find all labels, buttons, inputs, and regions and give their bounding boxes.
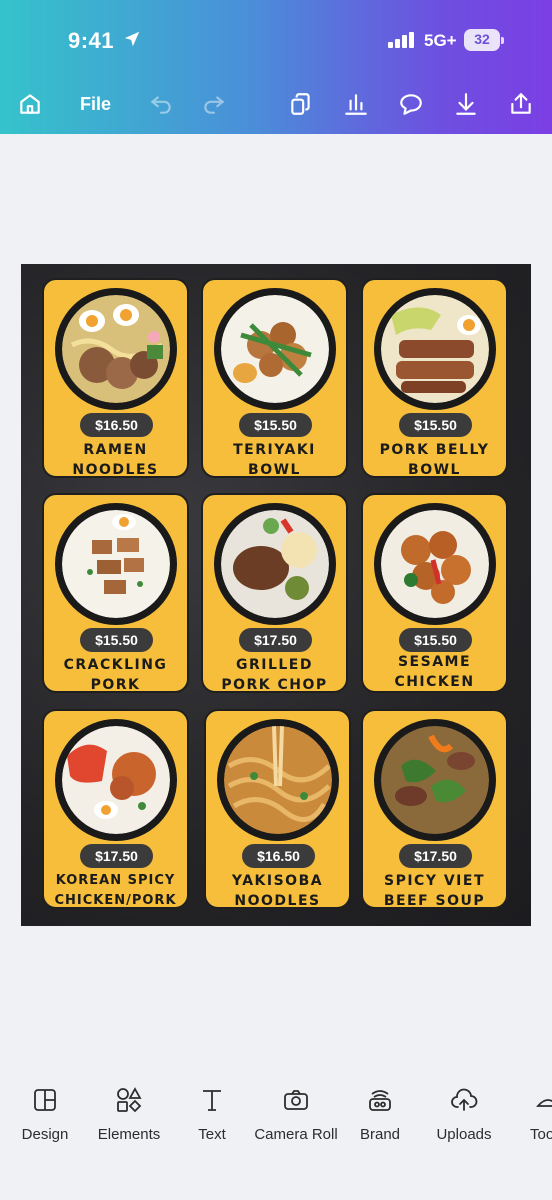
redo-icon [204,96,225,114]
home-icon [20,94,40,114]
pages-button[interactable] [287,90,315,118]
menu-card-ramen[interactable]: $16.50 RAMEN NOODLES [42,278,189,478]
brand-icon [369,1090,391,1111]
menu-card-crackling-pork[interactable]: $15.50 CRACKLING PORK [42,493,189,693]
share-icon [511,93,531,114]
nav-design[interactable]: Design [0,1080,90,1143]
food-photo [217,719,339,841]
food-photo [214,503,336,625]
signal-icon [388,32,414,48]
item-name: GRILLED PORK CHOP [221,657,328,693]
price-badge: $17.50 [399,844,472,868]
item-name: CRACKLING PORK [63,657,168,693]
redo-button[interactable] [200,90,228,118]
item-name: TERIYAKI BOWL [233,442,316,478]
nav-text[interactable]: Text [167,1080,257,1143]
pork-belly-image [381,295,489,403]
item-name: RAMEN NOODLES [72,442,159,478]
food-photo [55,288,177,410]
price-badge: $15.50 [399,628,472,652]
tools-icon [536,1099,552,1107]
insights-button[interactable] [342,90,370,118]
comment-button[interactable] [397,90,425,118]
status-bar: 9:41 5G+ 32 [0,0,552,80]
crackling-pork-image [62,510,170,618]
nav-brand[interactable]: Brand [335,1080,425,1143]
ramen-image [62,295,170,403]
network-type: 5G+ [424,31,457,50]
beef-soup-image [381,726,489,834]
item-name: YAKISOBA NOODLES [231,873,324,909]
menu-card-yakisoba[interactable]: $16.50 YAKISOBA NOODLES [204,709,351,909]
food-photo [55,719,177,841]
nav-tools[interactable]: Too [506,1080,552,1143]
menu-card-spicy-viet-beef-soup[interactable]: $17.50 SPICY VIET BEEF SOUP [361,709,508,909]
yakisoba-image [224,726,332,834]
grilled-pork-chop-image [221,510,329,618]
menu-card-grilled-pork-chop[interactable]: $17.50 GRILLED PORK CHOP [201,493,348,693]
food-photo [374,719,496,841]
price-badge: $15.50 [80,628,153,652]
chart-icon [345,94,367,115]
comment-icon [400,94,422,115]
nav-uploads[interactable]: Uploads [419,1080,509,1143]
uploads-icon [451,1088,478,1111]
food-photo [214,288,336,410]
item-name: SESAME CHICKEN [394,654,475,690]
text-icon [203,1090,221,1111]
download-button[interactable] [452,90,480,118]
food-photo [374,503,496,625]
item-name: PORK BELLY BOWL [379,442,490,478]
menu-card-korean-spicy[interactable]: $17.50 KOREAN SPICY CHICKEN/PORK [42,709,189,909]
share-button[interactable] [507,90,535,118]
editor-header: 9:41 5G+ 32 File [0,0,552,134]
price-badge: $16.50 [80,413,153,437]
design-icon [34,1089,56,1111]
teriyaki-image [221,295,329,403]
download-icon [456,93,476,115]
menu-card-pork-belly[interactable]: $15.50 PORK BELLY BOWL [361,278,508,478]
home-button[interactable] [16,90,44,118]
item-name: SPICY VIET BEEF SOUP [383,873,486,909]
status-time: 9:41 [68,28,115,53]
pages-icon [291,93,310,115]
item-name: KOREAN SPICY CHICKEN/PORK [54,873,177,908]
elements-icon [117,1087,142,1113]
editor-toolbar: File [0,84,552,124]
battery-level: 32 [474,31,490,47]
price-badge: $16.50 [242,844,315,868]
undo-icon [150,96,171,114]
korean-spicy-image [62,726,170,834]
price-badge: $15.50 [239,413,312,437]
menu-card-teriyaki[interactable]: $15.50 TERIYAKI BOWL [201,278,348,478]
undo-button[interactable] [147,90,175,118]
camera-icon [284,1090,308,1110]
nav-camera-roll[interactable]: Camera Roll [251,1080,341,1143]
menu-card-sesame-chicken[interactable]: $15.50 SESAME CHICKEN [361,493,508,693]
battery-icon: 32 [464,29,504,51]
food-photo [374,288,496,410]
design-canvas[interactable]: $16.50 RAMEN NOODLES $15.50 TERIYAKI BOWL [21,264,531,926]
nav-elements[interactable]: Elements [84,1080,174,1143]
price-badge: $17.50 [80,844,153,868]
sesame-chicken-image [381,510,489,618]
file-menu-button[interactable]: File [80,94,111,115]
price-badge: $17.50 [239,628,312,652]
bottom-toolbar: Design Elements Text Camera Roll Brand U… [0,1080,552,1170]
location-arrow-icon [124,31,140,47]
price-badge: $15.50 [399,413,472,437]
food-photo [55,503,177,625]
